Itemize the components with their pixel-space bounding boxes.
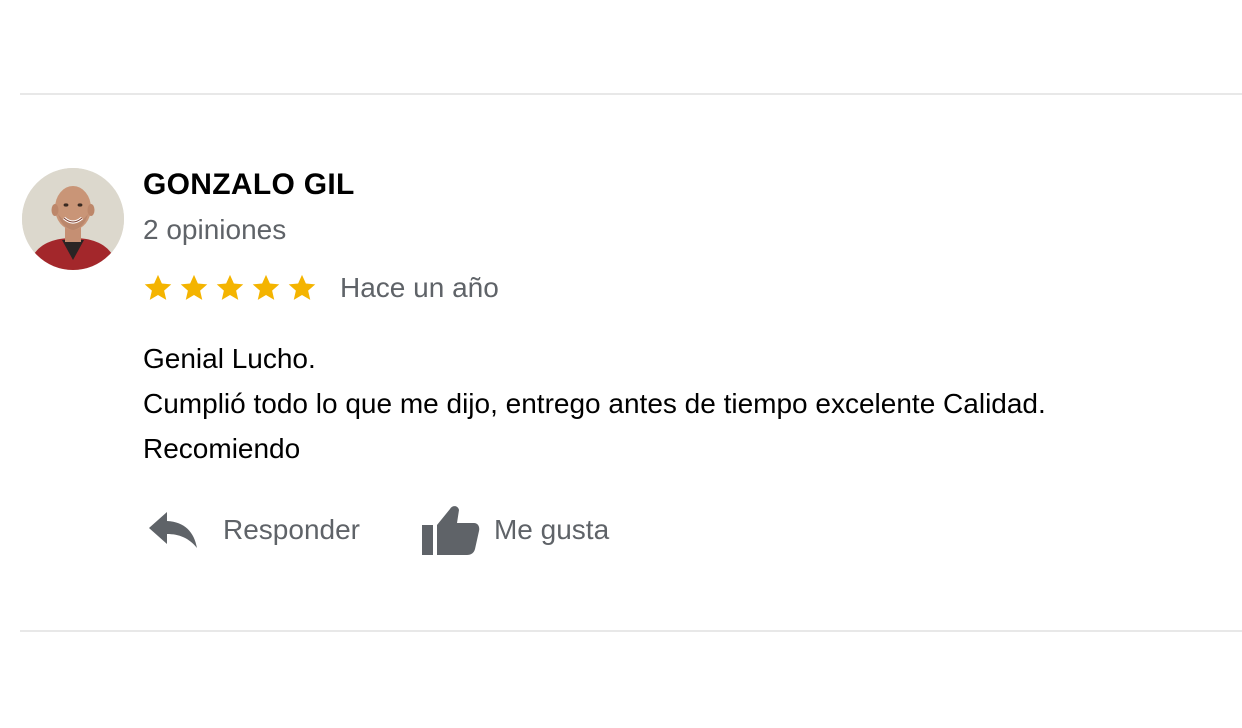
like-button[interactable]: Me gusta bbox=[420, 503, 609, 557]
avatar[interactable] bbox=[22, 168, 124, 270]
review-text-line: Cumplió todo lo que me dijo, entrego ant… bbox=[143, 388, 1046, 419]
review-text-line: Genial Lucho. bbox=[143, 343, 316, 374]
star-rating bbox=[143, 273, 323, 303]
rating-row: Hace un año bbox=[143, 268, 499, 308]
star-icon bbox=[288, 274, 316, 300]
star-icon bbox=[180, 274, 208, 300]
review-text-line: Recomiendo bbox=[143, 433, 301, 464]
review-card: GONZALO GIL 2 opiniones Hace un año Geni… bbox=[0, 0, 1242, 728]
review-text: Genial Lucho. Cumplió todo lo que me dij… bbox=[143, 336, 1046, 471]
reply-label: Responder bbox=[223, 514, 360, 545]
reviewer-name[interactable]: GONZALO GIL bbox=[143, 168, 355, 202]
reply-button[interactable]: Responder bbox=[143, 510, 360, 550]
like-label: Me gusta bbox=[493, 514, 610, 545]
star-icon bbox=[144, 274, 172, 300]
star-icon bbox=[252, 274, 280, 300]
review-time: Hace un año bbox=[340, 272, 499, 303]
reviewer-review-count: 2 opiniones bbox=[143, 214, 287, 245]
review-actions: Responder Me gusta bbox=[143, 500, 609, 560]
star-icon bbox=[216, 274, 244, 300]
thumbs-up-icon bbox=[421, 506, 480, 555]
reply-arrow-icon bbox=[149, 512, 197, 548]
bottom-divider bbox=[20, 630, 1242, 632]
